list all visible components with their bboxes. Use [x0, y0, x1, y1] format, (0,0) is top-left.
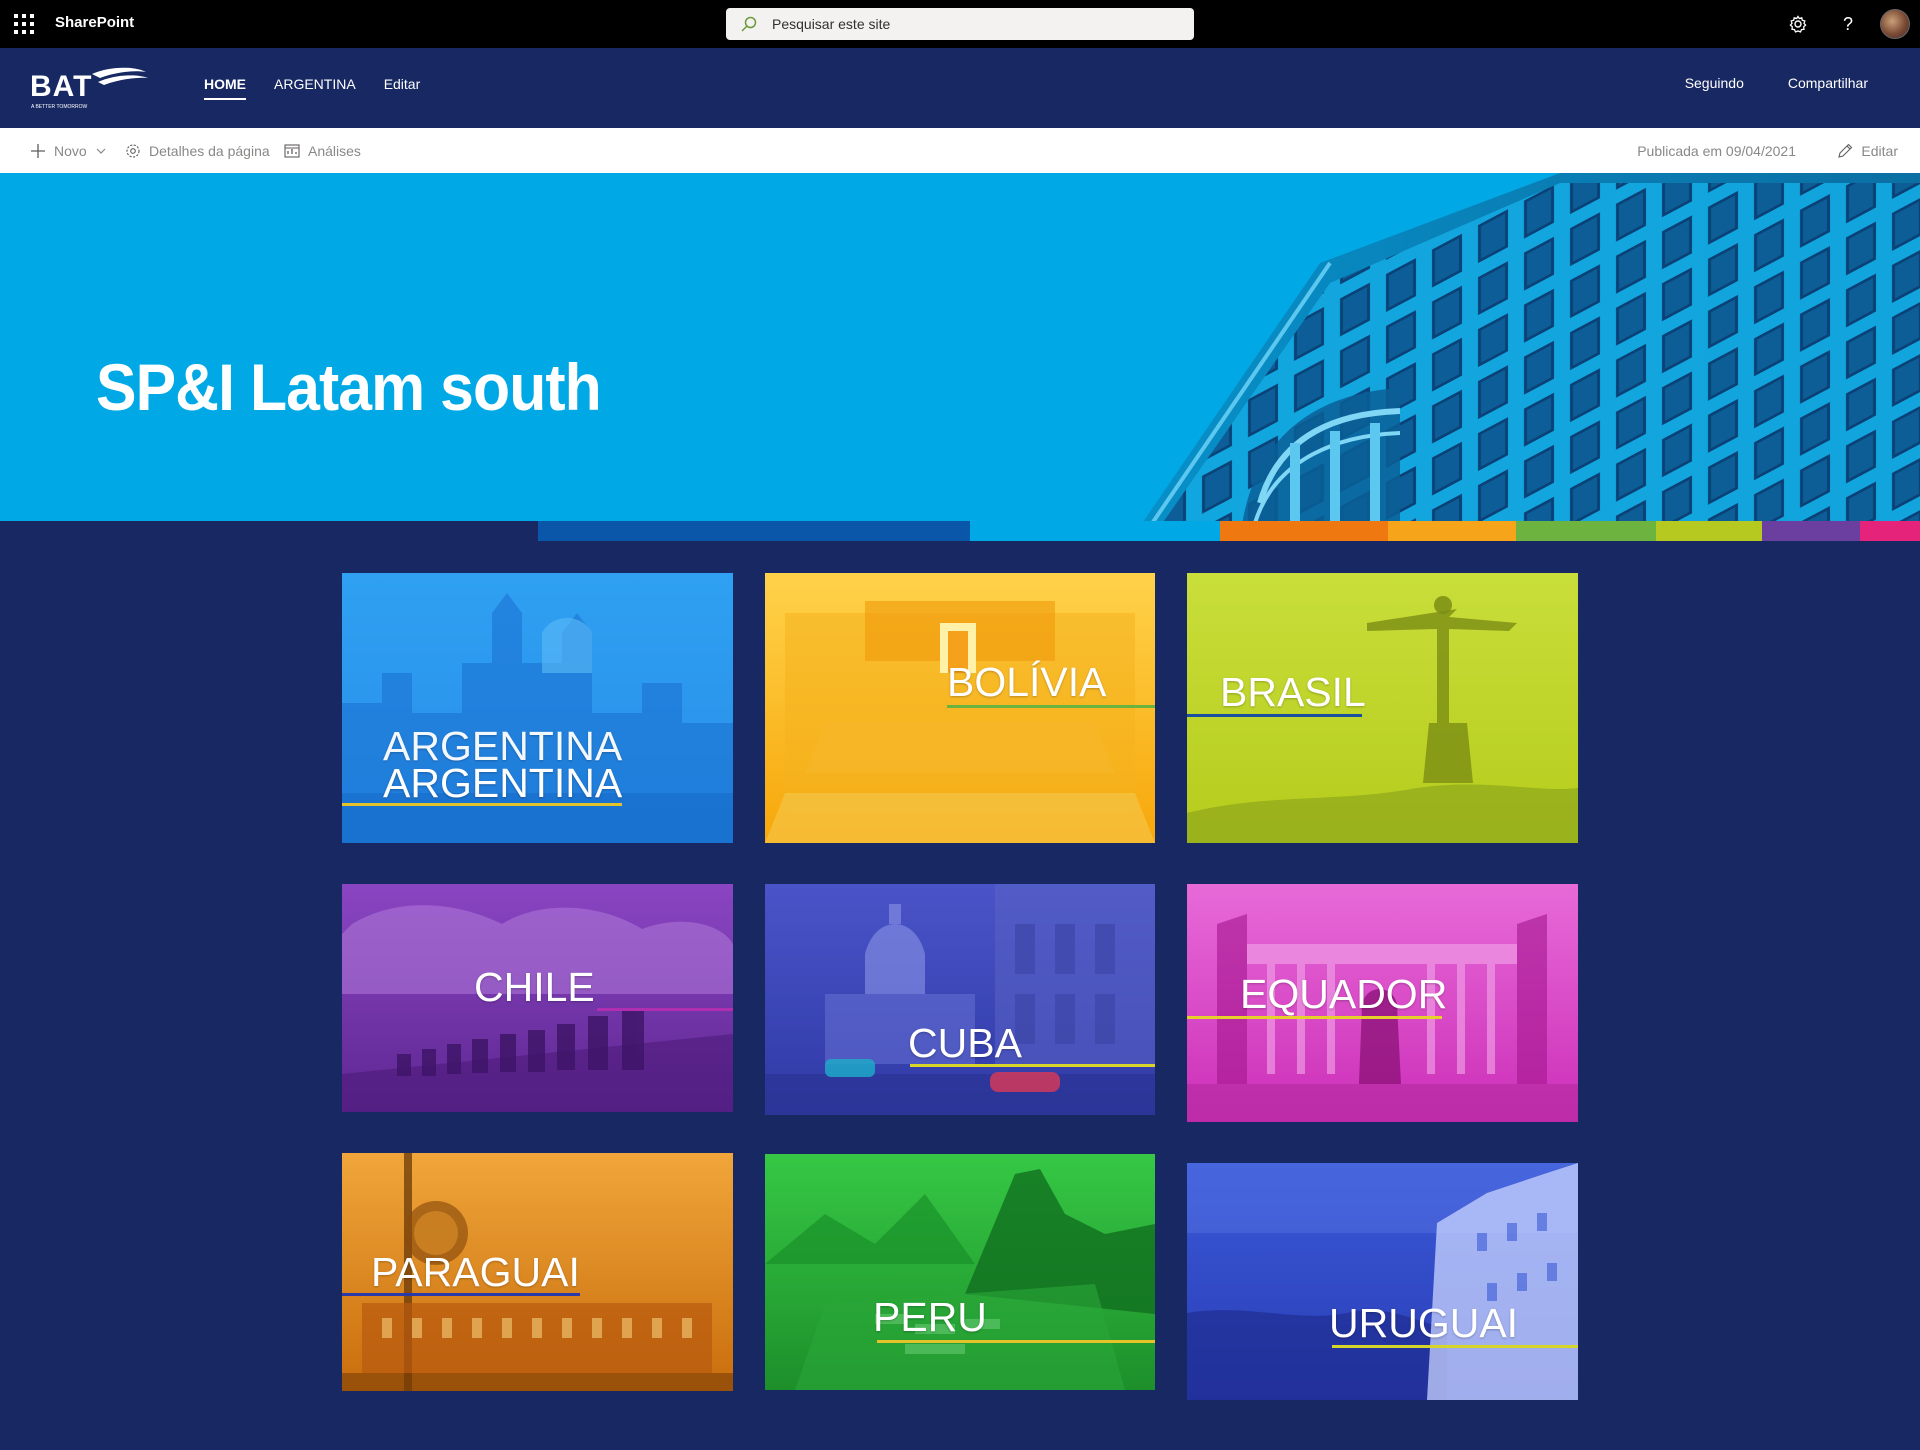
chevron-down-icon: [96, 148, 106, 154]
color-stripe-orange: [1220, 521, 1388, 541]
suite-bar: SharePoint ?: [0, 0, 1920, 48]
edit-page-button[interactable]: Editar: [1837, 128, 1898, 173]
tile-label-brasil: BRASIL: [1220, 669, 1366, 715]
page-details-label: Detalhes da página: [149, 142, 270, 159]
tile-underline: [342, 1293, 580, 1296]
color-stripe-navy: [0, 521, 538, 541]
color-stripe-blue: [538, 521, 970, 541]
analytics-button[interactable]: Análises: [284, 128, 361, 173]
svg-text:A BETTER TOMORROW: A BETTER TOMORROW: [31, 104, 87, 110]
bat-logo[interactable]: BAT A BETTER TOMORROW: [30, 62, 150, 112]
color-stripe-lime: [1656, 521, 1762, 541]
tile-underline: [1187, 1016, 1442, 1019]
tile-label-argentina: ARGENTINA: [383, 760, 623, 806]
cuba-scene-image: [765, 884, 1155, 1115]
command-bar: Novo Detalhes da página Análises Publica…: [0, 128, 1920, 173]
tile-underline: [1187, 714, 1362, 717]
new-button-label: Novo: [54, 142, 87, 159]
country-tile-equador[interactable]: EQUADOR: [1187, 884, 1578, 1122]
color-stripe-green: [1516, 521, 1656, 541]
country-tile-bolivia[interactable]: BOLÍVIA: [765, 573, 1155, 843]
top-navigation: HOME ARGENTINA Editar: [204, 76, 420, 100]
svg-text:BAT: BAT: [30, 70, 92, 103]
site-header: BAT A BETTER TOMORROW HOME ARGENTINA Edi…: [0, 48, 1920, 128]
nav-argentina[interactable]: ARGENTINA: [274, 76, 356, 100]
uruguai-scene-image: [1187, 1163, 1578, 1400]
pencil-icon: [1838, 143, 1853, 158]
app-launcher-icon[interactable]: [14, 14, 34, 34]
country-tile-paraguai[interactable]: PARAGUAI: [342, 1153, 733, 1391]
settings-gear-icon: [126, 143, 140, 158]
country-tile-chile[interactable]: CHILE: [342, 884, 733, 1112]
tile-label-peru: PERU: [873, 1294, 987, 1340]
tile-label-cuba: CUBA: [908, 1020, 1022, 1066]
tile-underline: [910, 1064, 1155, 1067]
tile-underline: [597, 1008, 733, 1011]
nav-edit-link[interactable]: Editar: [384, 76, 421, 100]
country-tile-peru[interactable]: PERU: [765, 1154, 1155, 1390]
page-details-button[interactable]: Detalhes da página: [125, 128, 270, 173]
tile-underline: [1332, 1345, 1578, 1348]
user-avatar[interactable]: [1880, 9, 1910, 39]
color-stripe-pink: [1860, 521, 1920, 541]
color-stripe-amber: [1388, 521, 1516, 541]
share-button[interactable]: Compartilhar: [1788, 75, 1868, 91]
tile-label-paraguai: PARAGUAI: [371, 1249, 580, 1295]
tile-underline: [342, 803, 622, 806]
country-tile-argentina[interactable]: ARGENTINA ARGENTINA: [342, 573, 733, 843]
follow-button[interactable]: Seguindo: [1685, 75, 1744, 91]
tile-underline: [877, 1340, 1155, 1343]
analytics-label: Análises: [308, 142, 361, 159]
search-icon: [741, 16, 757, 32]
header-actions: Seguindo Compartilhar: [1685, 75, 1868, 91]
app-name[interactable]: SharePoint: [55, 14, 134, 31]
color-stripe-purple: [1762, 521, 1860, 541]
new-button[interactable]: Novo: [30, 128, 107, 173]
tile-label-uruguai: URUGUAI: [1329, 1300, 1519, 1346]
hero-title: SP&I Latam south: [96, 350, 602, 424]
tile-underline: [947, 705, 1155, 708]
published-date: Publicada em 09/04/2021: [1637, 142, 1796, 159]
tile-label-equador: EQUADOR: [1240, 971, 1448, 1017]
tile-label-bolivia: BOLÍVIA: [947, 659, 1107, 705]
country-tile-brasil[interactable]: BRASIL: [1187, 573, 1578, 843]
analytics-icon: [284, 143, 300, 158]
help-icon[interactable]: ?: [1836, 12, 1860, 36]
tile-label-chile: CHILE: [474, 964, 595, 1010]
color-stripe-cyan: [970, 521, 1220, 541]
search-box[interactable]: [726, 8, 1194, 40]
bolivia-scene-image: [765, 601, 1155, 843]
country-tile-uruguai[interactable]: URUGUAI: [1187, 1163, 1578, 1400]
published-status: Publicada em 09/04/2021: [1637, 128, 1796, 173]
plus-icon: [31, 143, 45, 158]
edit-page-label: Editar: [1861, 142, 1898, 159]
search-input[interactable]: [770, 8, 1170, 40]
settings-gear-icon[interactable]: [1786, 12, 1810, 36]
nav-home[interactable]: HOME: [204, 76, 246, 100]
hero-banner: SP&I Latam south: [0, 173, 1920, 541]
peru-scene-image: [765, 1169, 1155, 1390]
country-tile-cuba[interactable]: CUBA: [765, 884, 1155, 1115]
